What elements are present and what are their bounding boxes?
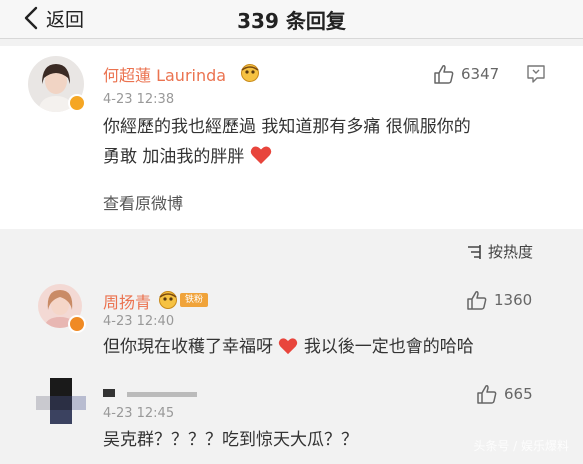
comment-text: 你經歷的我也經歷過 我知道那有多痛 很佩服你的 勇敢 加油我的胖胖 — [103, 112, 471, 172]
heart-emoji-icon — [279, 338, 298, 355]
comment-reply-icon[interactable] — [526, 64, 546, 84]
reply-time: 4-23 12:45 — [103, 406, 175, 421]
sort-icon — [468, 244, 481, 259]
sort-label: 按热度 — [488, 243, 534, 261]
reply-time: 4-23 12:40 — [103, 314, 175, 329]
watermark: 头条号 / 娱乐爆料 — [473, 439, 569, 453]
censored-avatar[interactable] — [36, 378, 88, 424]
member-badge-icon — [241, 64, 259, 82]
reply-author[interactable]: 周扬青 — [103, 289, 151, 313]
heart-emoji-icon — [250, 146, 272, 164]
reply-text-b: 我以後一定也會的哈哈 — [303, 337, 474, 357]
censored-name — [103, 389, 213, 399]
reply-text-a: 但你現在收穫了幸福呀 — [103, 337, 273, 357]
top-bar: 返回 339 条回复 — [0, 0, 583, 39]
page-title: 339 条回复 — [237, 9, 346, 33]
comment-text-line1: 你經歷的我也經歷過 我知道那有多痛 很佩服你的 — [103, 117, 471, 137]
comment-text-line2: 勇敢 加油我的胖胖 — [103, 142, 471, 172]
like-button[interactable]: 6347 — [433, 64, 499, 84]
reply-text: 但你現在收穫了幸福呀 我以後一定也會的哈哈 — [103, 332, 474, 362]
sort-by-hot-button[interactable]: 按热度 — [466, 241, 533, 262]
like-count: 1360 — [494, 291, 533, 309]
like-count: 665 — [504, 385, 533, 403]
view-original-weibo-link[interactable]: 查看原微博 — [103, 190, 183, 214]
main-comment-card: 何超蓮 Laurinda 4-23 12:38 6347 你經歷的我也經歷過 我… — [0, 46, 583, 229]
like-button[interactable]: 1360 — [466, 290, 532, 310]
reply-text: 吴克群？？？？吃到惊天大瓜？？ — [103, 430, 358, 450]
member-badge-icon — [159, 291, 177, 309]
like-count: 6347 — [461, 65, 500, 83]
comment-author[interactable]: 何超蓮 Laurinda — [103, 62, 226, 86]
thumbs-up-icon — [467, 291, 487, 310]
thumbs-up-icon — [434, 65, 454, 84]
comment-text-line2-body: 勇敢 加油我的胖胖 — [103, 147, 245, 167]
verified-badge-icon — [68, 94, 86, 112]
like-button[interactable]: 665 — [476, 384, 533, 404]
comment-time: 4-23 12:38 — [103, 92, 175, 107]
fan-badge: 铁粉 — [180, 293, 208, 307]
verified-badge-icon — [68, 315, 86, 333]
thumbs-up-icon — [477, 385, 497, 404]
